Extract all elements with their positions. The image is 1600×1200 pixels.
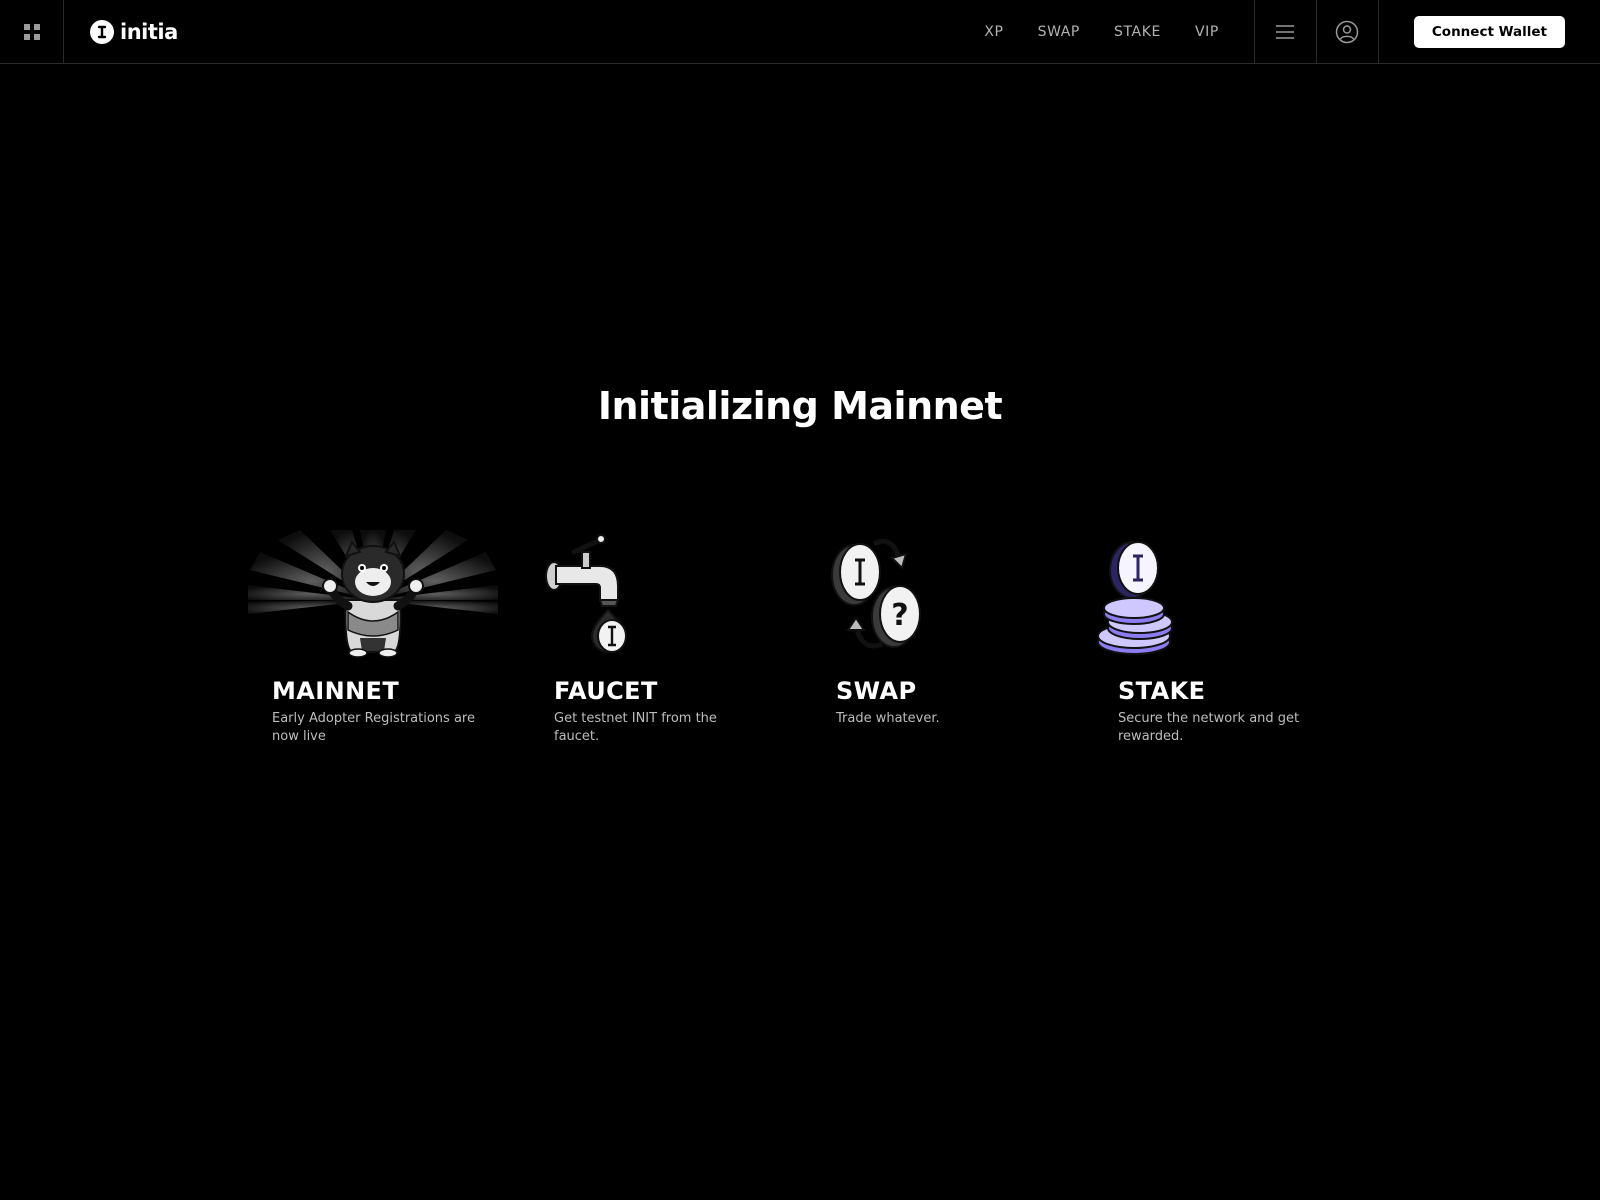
nav-item-stake[interactable]: STAKE [1114,24,1161,40]
faucet-tap-icon [545,534,627,653]
card-stake[interactable]: STAKE Secure the network and get rewarde… [1094,530,1344,750]
connect-wallet-button[interactable]: Connect Wallet [1413,15,1565,48]
card-mainnet[interactable]: MAINNET Early Adopter Registrations are … [248,530,498,750]
swap-coins-icon: ? [831,538,921,649]
page-title: Initializing Mainnet [597,384,1003,428]
mascot-bear-icon [248,530,498,658]
svg-text:?: ? [891,598,908,633]
user-circle-icon [1336,20,1359,43]
brand-logo[interactable]: initia [64,0,178,63]
top-navigation-bar: initia XP SWAP STAKE VIP Connect Wallet [0,0,1600,64]
apps-grid-button[interactable] [0,0,64,63]
stacked-coins-icon [1097,541,1173,655]
card-description: Early Adopter Registrations are now live [272,711,475,744]
nav-item-swap[interactable]: SWAP [1038,24,1080,40]
card-title: MAINNET [272,677,400,705]
hamburger-menu-icon [1276,24,1295,39]
main-nav: XP SWAP STAKE VIP [984,0,1254,63]
card-title: STAKE [1118,677,1206,705]
card-description: Secure the network and get rewarded. [1118,711,1300,744]
account-button[interactable] [1315,0,1378,63]
nav-item-xp[interactable]: XP [984,24,1003,40]
menu-button[interactable] [1253,0,1316,63]
feature-cards: MAINNET Early Adopter Registrations are … [248,530,1376,760]
apps-grid-icon [23,23,40,40]
card-description: Trade whatever. [836,711,940,726]
card-description: Get testnet INIT from the faucet. [554,711,717,744]
card-title: FAUCET [554,677,658,705]
wallet-area: Connect Wallet [1377,0,1600,63]
card-faucet[interactable]: FAUCET Get testnet INIT from the faucet. [530,530,780,750]
nav-item-vip[interactable]: VIP [1195,24,1219,40]
brand-name: initia [120,19,178,44]
card-title: SWAP [836,677,917,705]
initia-logo-icon [90,19,114,44]
card-swap[interactable]: ? SWAP Trade whatever. [812,530,1062,750]
